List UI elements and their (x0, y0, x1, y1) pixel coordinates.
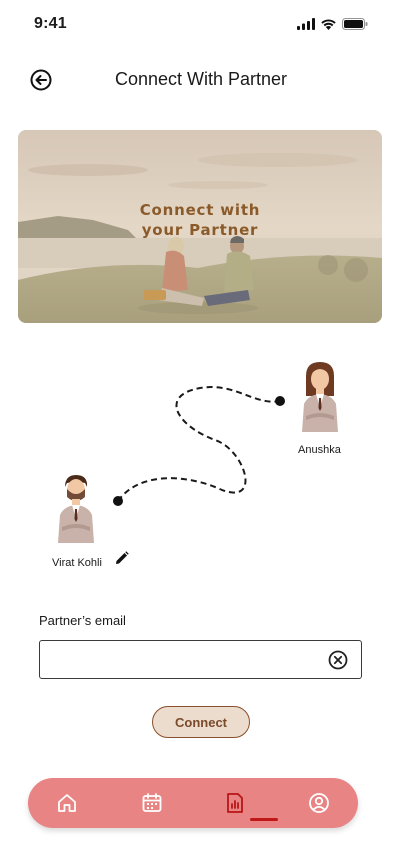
banner-title-line2: your Partner (141, 221, 259, 239)
status-icons (297, 18, 368, 30)
user-avatar (58, 475, 94, 543)
partner-email-input[interactable] (50, 649, 320, 671)
home-icon[interactable] (55, 791, 79, 815)
status-time: 9:41 (34, 15, 67, 32)
connect-banner: Connect with your Partner (18, 130, 382, 323)
active-tab-indicator (250, 818, 278, 821)
page-title: Connect With Partner (114, 69, 288, 89)
calendar-icon[interactable] (140, 791, 164, 815)
banner-title-line1: Connect with (139, 201, 261, 219)
partner-connection-illustration: Anushka Virat Kohli (0, 340, 402, 590)
connect-button[interactable]: Connect (152, 706, 250, 738)
profile-icon[interactable] (307, 791, 331, 815)
clear-icon[interactable] (328, 650, 348, 670)
partner-email-field[interactable] (39, 640, 362, 679)
path-start-dot (113, 496, 123, 506)
user-name: Virat Kohli (52, 557, 102, 569)
cellular-signal-icon (297, 18, 315, 30)
banner-title: Connect with your Partner (18, 200, 382, 240)
path-end-dot (275, 396, 285, 406)
report-icon[interactable] (223, 791, 247, 815)
battery-icon (342, 18, 368, 30)
partner-email-label: Partner’s email (39, 613, 126, 628)
partner-avatar (302, 362, 338, 432)
bottom-nav (28, 778, 358, 828)
partner-name: Anushka (298, 444, 341, 456)
edit-pencil-icon[interactable] (115, 551, 129, 565)
header: Connect With Partner (0, 60, 402, 100)
wifi-icon (321, 19, 336, 30)
status-bar: 9:41 (0, 0, 402, 50)
